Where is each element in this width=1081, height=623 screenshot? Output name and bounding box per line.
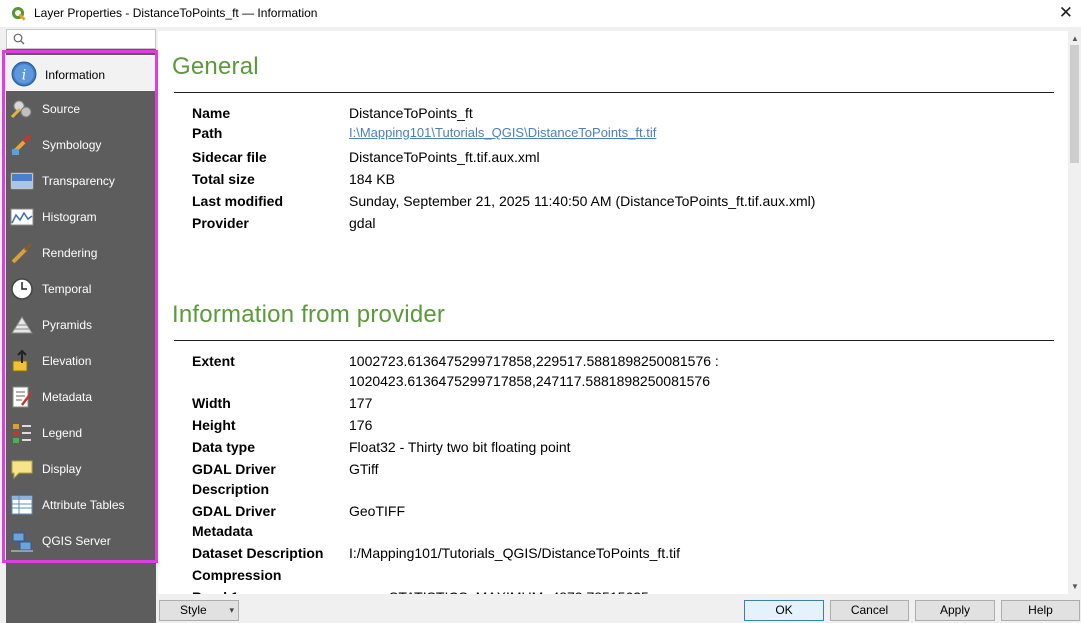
rendering-icon [11, 242, 33, 264]
sidebar-item-label: QGIS Server [42, 534, 111, 548]
sidebar-item-histogram[interactable]: Histogram [6, 199, 156, 235]
scrollbar-thumb[interactable] [1070, 45, 1079, 163]
server-icon [11, 532, 33, 552]
sidebar-item-legend[interactable]: Legend [6, 415, 156, 451]
sidebar-item-attribute-tables[interactable]: Attribute Tables [6, 487, 156, 523]
info-key: GDAL Driver [192, 503, 276, 519]
info-value: 177 [349, 395, 373, 411]
close-icon[interactable]: ✕ [1059, 3, 1073, 23]
info-value: 176 [349, 417, 373, 433]
info-key: Path [192, 125, 223, 141]
sidebar-item-label: Elevation [42, 354, 92, 368]
help-button[interactable]: Help [1001, 600, 1080, 621]
info-key: Extent [192, 353, 235, 369]
sidebar-item-source[interactable]: Source [6, 91, 156, 127]
dropdown-arrow-icon: ▾ [229, 605, 234, 615]
section-divider [174, 340, 1054, 341]
info-key: Compression [192, 567, 282, 583]
information-panel: General Name DistanceToPoints_ft Path I:… [158, 31, 1068, 594]
info-value: GTiff [349, 461, 379, 477]
info-value: DistanceToPoints_ft [349, 105, 473, 121]
sidebar-item-qgis-server[interactable]: QGIS Server [6, 523, 156, 559]
transparency-icon [10, 172, 34, 190]
info-key: Dataset Description [192, 545, 324, 561]
scroll-up-icon[interactable]: ▲ [1071, 34, 1079, 43]
info-key: GDAL Driver [192, 461, 276, 477]
sidebar-item-label: Histogram [42, 210, 97, 224]
info-icon: i [11, 61, 37, 87]
source-icon [10, 100, 32, 119]
symbology-icon [11, 134, 32, 155]
title-bar: Layer Properties - DistanceToPoints_ft —… [0, 0, 1081, 27]
info-value: gdal [349, 215, 376, 231]
info-key: Name [192, 105, 231, 121]
info-key: Provider [192, 215, 249, 231]
section-heading-provider: Information from provider [172, 301, 446, 328]
display-icon [11, 460, 33, 480]
sidebar-item-pyramids[interactable]: Pyramids [6, 307, 156, 343]
style-dropdown-button[interactable]: Style ▾ [159, 600, 239, 621]
info-key: Width [192, 395, 231, 411]
sidebar-nav: i Information Source Symbology Transpare… [6, 55, 156, 559]
search-input[interactable] [6, 29, 156, 49]
scroll-down-icon[interactable]: ▼ [1071, 582, 1079, 591]
table-icon [11, 495, 33, 515]
sidebar-item-symbology[interactable]: Symbology [6, 127, 156, 163]
sidebar-item-label: Rendering [42, 246, 98, 260]
sidebar-item-label: Temporal [42, 282, 92, 296]
info-key: Metadata [192, 523, 253, 539]
info-value: STATISTICS_MAXIMUM=4873.78515625 [389, 586, 649, 594]
sidebar-item-metadata[interactable]: Metadata [6, 379, 156, 415]
svg-text:i: i [22, 67, 27, 83]
info-value: 1020423.6136475299717858,247117.58818982… [349, 373, 711, 389]
sidebar-item-information[interactable]: i Information [6, 55, 155, 91]
sidebar-item-label: Information [45, 68, 106, 82]
ok-button[interactable]: OK [744, 600, 824, 621]
info-value: Float32 - Thirty two bit floating point [349, 439, 571, 455]
style-button-label: Style [180, 603, 207, 617]
sidebar-item-label: Metadata [42, 390, 93, 404]
info-key: Last modified [192, 193, 284, 209]
sidebar-item-label: Source [42, 102, 81, 116]
histogram-icon [10, 208, 34, 226]
pyramids-icon [11, 316, 33, 334]
info-value: DistanceToPoints_ft.tif.aux.xml [349, 149, 540, 165]
info-value: Sunday, September 21, 2025 11:40:50 AM (… [349, 193, 816, 209]
section-heading-general: General [172, 53, 259, 80]
sidebar-item-display[interactable]: Display [6, 451, 156, 487]
sidebar-item-label: Transparency [42, 174, 115, 188]
sidebar-item-temporal[interactable]: Temporal [6, 271, 156, 307]
cancel-button[interactable]: Cancel [830, 600, 909, 621]
path-link[interactable]: I:\Mapping101\Tutorials_QGIS\DistanceToP… [349, 122, 656, 144]
qgis-logo-icon [11, 6, 26, 21]
elevation-icon [12, 349, 28, 372]
info-key: Height [192, 417, 236, 433]
apply-button[interactable]: Apply [915, 600, 995, 621]
info-key: Total size [192, 171, 255, 187]
window-title: Layer Properties - DistanceToPoints_ft —… [34, 6, 318, 20]
sidebar-item-label: Legend [42, 426, 83, 440]
info-value: 1002723.6136475299717858,229517.58818982… [349, 353, 719, 369]
sidebar-item-rendering[interactable]: Rendering [6, 235, 156, 271]
legend-icon [13, 424, 31, 443]
sidebar-item-label: Pyramids [42, 318, 93, 332]
sidebar-item-label: Attribute Tables [42, 498, 125, 512]
info-key: Band 1 [192, 586, 239, 594]
sidebar-item-transparency[interactable]: Transparency [6, 163, 156, 199]
sidebar-item-label: Symbology [42, 138, 102, 152]
clock-icon [11, 278, 33, 300]
info-value: 184 KB [349, 171, 395, 187]
info-value: I:/Mapping101/Tutorials_QGIS/DistanceToP… [349, 545, 680, 561]
metadata-icon [12, 386, 32, 408]
sidebar-item-elevation[interactable]: Elevation [6, 343, 156, 379]
info-key: Sidecar file [192, 149, 267, 165]
info-key: Description [192, 481, 270, 497]
sidebar-item-label: Display [42, 462, 82, 476]
info-value: GeoTIFF [349, 503, 406, 519]
vertical-scrollbar[interactable]: ▲ ▼ [1068, 31, 1081, 594]
section-divider [174, 92, 1054, 93]
info-key: Data type [192, 439, 256, 455]
search-icon [13, 33, 25, 45]
